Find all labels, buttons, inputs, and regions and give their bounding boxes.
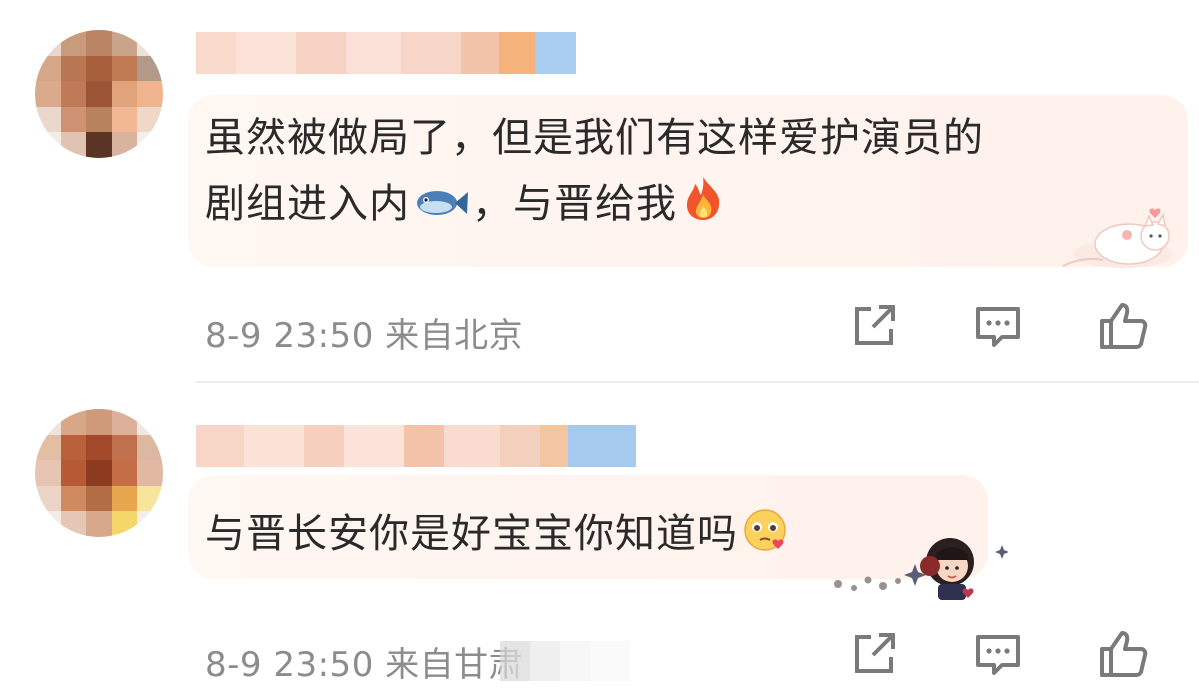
like-icon [1096, 299, 1150, 357]
like-icon [1096, 627, 1150, 685]
comment-line-2a: 剧组进入内 [205, 181, 410, 227]
fish-emoji [412, 175, 470, 241]
comment-icon [972, 301, 1024, 355]
share-icon [849, 301, 899, 355]
cat-sticker [1057, 200, 1177, 270]
avatar[interactable] [35, 409, 163, 537]
comment-line-1: 虽然被做局了，但是我们有这样爱护演员的 [205, 115, 984, 161]
comment-meta: 8-9 23:50 来自北京 [205, 316, 524, 356]
share-button[interactable] [846, 300, 902, 356]
avatar[interactable] [35, 30, 163, 158]
like-button[interactable] [1095, 628, 1151, 684]
censor-overlay [500, 641, 690, 681]
comment-icon [972, 629, 1024, 683]
like-button[interactable] [1095, 300, 1151, 356]
comment-item: 虽然被做局了，但是我们有这样爱护演员的 剧组进入内 ，与晋给我 8-9 23:50… [0, 0, 1199, 382]
username[interactable] [196, 32, 576, 74]
username[interactable] [196, 425, 636, 467]
comment-text: 虽然被做局了，但是我们有这样爱护演员的 剧组进入内 ，与晋给我 [205, 105, 1165, 241]
comment-item: 与晋长安你是好宝宝你知道吗 8-9 23:50 来自甘肃 [0, 383, 1199, 698]
pleading-face-emoji [742, 507, 788, 573]
reply-button[interactable] [970, 300, 1026, 356]
girl-sticker [828, 526, 1009, 606]
fire-emoji [681, 175, 725, 241]
comment-line-1: 与晋长安你是好宝宝你知道吗 [205, 511, 738, 557]
reply-button[interactable] [970, 628, 1026, 684]
share-icon [849, 629, 899, 683]
comment-line-2b: ，与晋给我 [472, 181, 677, 227]
share-button[interactable] [846, 628, 902, 684]
comment-meta: 8-9 23:50 来自甘肃 [205, 645, 524, 685]
